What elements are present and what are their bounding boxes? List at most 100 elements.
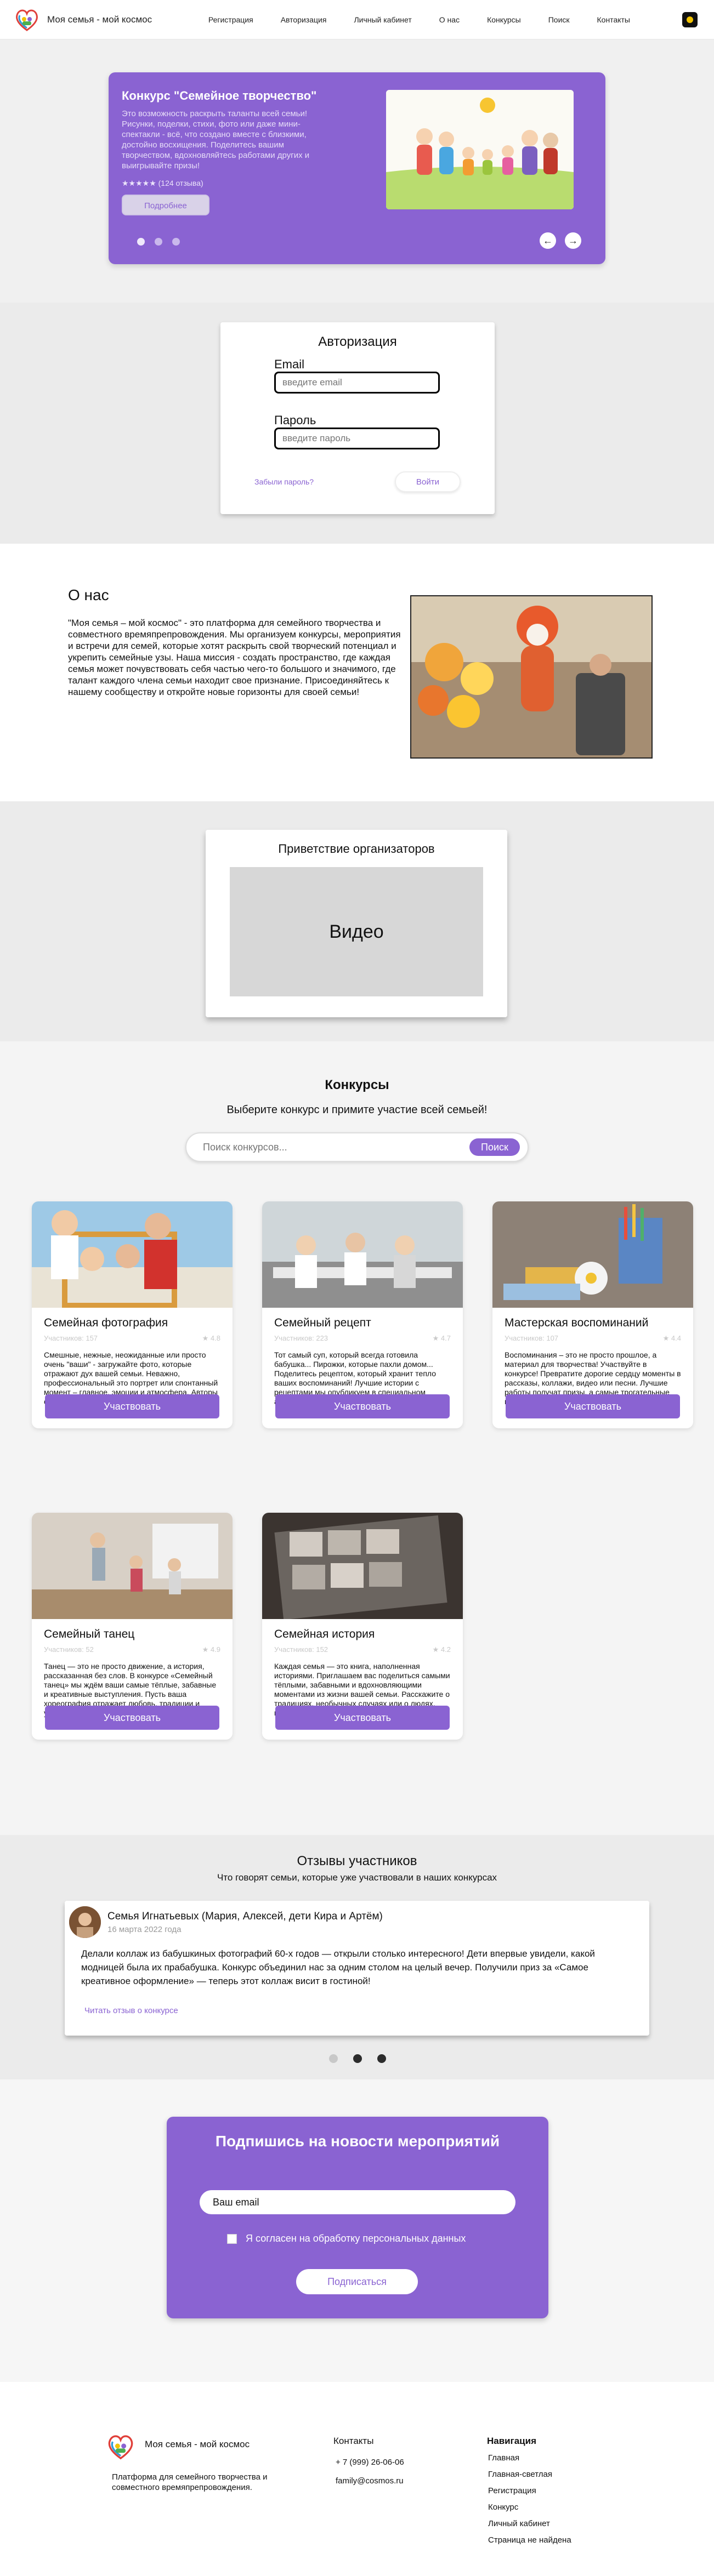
footer-nav-contest[interactable]: Конкурс — [488, 2503, 518, 2512]
participate-button[interactable]: Участвовать — [275, 1394, 450, 1418]
arrow-left-icon[interactable]: ← — [540, 232, 556, 249]
participants-count: Участников: 223 — [274, 1334, 328, 1342]
participate-button[interactable]: Участвовать — [45, 1394, 219, 1418]
about-photo — [410, 595, 653, 759]
email-field[interactable] — [274, 372, 440, 394]
header: Моя семья - мой космос Регистрация Автор… — [0, 0, 714, 39]
slider-dot[interactable] — [137, 238, 145, 246]
video-card: Приветствие организаторов Видео — [206, 830, 507, 1017]
reviews-subtitle: Что говорят семьи, которые уже участвова… — [217, 1872, 497, 1883]
participants-count: Участников: 152 — [274, 1645, 328, 1654]
slider-dots — [137, 238, 190, 246]
slider-dot[interactable] — [155, 238, 162, 246]
footer-nav-home-light[interactable]: Главная-светлая — [488, 2470, 552, 2479]
photo-album-image — [262, 1513, 463, 1619]
footer-phone[interactable]: + 7 (999) 26-06-06 — [336, 2458, 404, 2467]
arrow-right-icon[interactable]: → — [565, 232, 581, 249]
login-button[interactable]: Войти — [395, 471, 461, 492]
auth-section: Авторизация Email Пароль Забыли пароль? … — [0, 303, 714, 544]
logo-icon[interactable] — [105, 2431, 136, 2462]
contest-title: Семейная история — [274, 1628, 375, 1640]
nav-account[interactable]: Личный кабинет — [354, 15, 411, 24]
about-title: О нас — [68, 586, 109, 603]
nav-login[interactable]: Авторизация — [281, 15, 327, 24]
family-drawing-image — [386, 90, 574, 209]
forgot-password-link[interactable]: Забыли пароль? — [254, 477, 314, 486]
search-button[interactable]: Поиск — [469, 1138, 520, 1156]
brand-name: Моя семья - мой космос — [47, 14, 152, 25]
slider-dot[interactable] — [353, 2054, 362, 2063]
star-rating: ★ 4.7 — [432, 1334, 451, 1342]
star-rating: ★ 4.4 — [662, 1334, 681, 1342]
contests-title: Конкурсы — [325, 1078, 389, 1092]
nav-about[interactable]: О нас — [439, 15, 460, 24]
reviews-title: Отзывы участников — [297, 1854, 417, 1868]
footer-nav-account[interactable]: Личный кабинет — [488, 2519, 550, 2528]
consent-checkbox-row[interactable]: Я согласен на обработку персональных дан… — [227, 2233, 466, 2244]
footer: Моя семья - мой космос Платформа для сем… — [0, 2382, 714, 2556]
contest-card: Семейная история Участников: 152 ★ 4.2 Ка… — [262, 1513, 463, 1740]
nav-contacts[interactable]: Контакты — [597, 15, 630, 24]
slider-dot[interactable] — [329, 2054, 338, 2063]
contest-card: Семейный танец Участников: 52 ★ 4.9 Танец… — [32, 1513, 233, 1740]
star-rating: ★ 4.9 — [202, 1645, 220, 1654]
slider-dot[interactable] — [377, 2054, 386, 2063]
participants-count: Участников: 52 — [44, 1645, 94, 1654]
footer-nav-not-found[interactable]: Страница не найдена — [488, 2535, 571, 2545]
reviewer-name: Семья Игнатьевых (Мария, Алексей, дети К… — [107, 1911, 383, 1922]
consent-label: Я согласен на обработку персональных дан… — [246, 2233, 466, 2244]
participants-count: Участников: 157 — [44, 1334, 98, 1342]
contest-card: Семейная фотография Участников: 157 ★ 4.8… — [32, 1201, 233, 1428]
email-label: Email — [274, 357, 305, 371]
theme-toggle-button[interactable] — [682, 12, 698, 27]
contests-section: Конкурсы Выберите конкурс и примите учас… — [0, 1041, 714, 1835]
password-field[interactable] — [274, 428, 440, 449]
participate-button[interactable]: Участвовать — [275, 1706, 450, 1730]
avatar — [69, 1906, 101, 1938]
contests-subtitle: Выберите конкурс и примите участие всей … — [226, 1104, 488, 1116]
subscribe-button[interactable]: Подписаться — [296, 2269, 418, 2294]
slider-dot[interactable] — [172, 238, 180, 246]
password-label: Пароль — [274, 413, 316, 427]
nav-contests[interactable]: Конкурсы — [487, 15, 521, 24]
star-rating: ★ 4.8 — [202, 1334, 220, 1342]
subscribe-card: Подпишись на новости мероприятий Я согла… — [167, 2117, 548, 2318]
review-card: Семья Игнатьевых (Мария, Алексей, дети К… — [65, 1901, 649, 2036]
footer-brand: Моя семья - мой космос — [145, 2439, 250, 2449]
about-section: О нас "Моя семья – мой космос" - это пла… — [0, 544, 714, 801]
participate-button[interactable]: Участвовать — [506, 1394, 680, 1418]
footer-description: Платформа для семейного творчества и сов… — [112, 2472, 268, 2492]
subscribe-title: Подпишись на новости мероприятий — [215, 2133, 500, 2150]
contest-title: Семейная фотография — [44, 1317, 168, 1329]
sun-icon — [687, 16, 693, 23]
subscribe-email-field[interactable] — [200, 2190, 515, 2214]
participate-button[interactable]: Участвовать — [45, 1706, 219, 1730]
nav-register[interactable]: Регистрация — [208, 15, 253, 24]
craft-supplies-image — [492, 1201, 693, 1308]
hero-details-button[interactable]: Подробнее — [122, 195, 209, 215]
slider-arrows: ← → — [531, 232, 581, 249]
video-player[interactable]: Видео — [230, 867, 483, 996]
contest-card: Семейный рецепт Участников: 223 ★ 4.7 Тот… — [262, 1201, 463, 1428]
search-input[interactable] — [203, 1141, 469, 1153]
footer-nav-home[interactable]: Главная — [488, 2453, 519, 2463]
hero-text: Это возможность раскрыть таланты всей се… — [122, 109, 310, 170]
logo-icon[interactable] — [12, 5, 42, 35]
read-review-link[interactable]: Читать отзыв о конкурсе — [84, 2006, 178, 2015]
video-section: Приветствие организаторов Видео — [0, 801, 714, 1041]
reviews-section: Отзывы участников Что говорят семьи, кот… — [0, 1835, 714, 2079]
contest-title: Семейный рецепт — [274, 1317, 371, 1329]
subscribe-section: Подпишись на новости мероприятий Я согла… — [0, 2079, 714, 2382]
consent-checkbox[interactable] — [227, 2233, 237, 2244]
footer-nav-register[interactable]: Регистрация — [488, 2486, 536, 2495]
star-rating: ★ 4.2 — [432, 1645, 451, 1654]
review-text: Делали коллаж из бабушкиных фотографий 6… — [81, 1948, 595, 1986]
auth-card: Авторизация Email Пароль Забыли пароль? … — [220, 322, 495, 514]
footer-email[interactable]: family@cosmos.ru — [336, 2476, 404, 2486]
footer-contacts-title: Контакты — [333, 2436, 374, 2446]
nav-search[interactable]: Поиск — [548, 15, 570, 24]
auth-title: Авторизация — [318, 334, 397, 349]
family-photo-image — [32, 1201, 233, 1308]
contest-card: Мастерская воспоминаний Участников: 107 ★… — [492, 1201, 693, 1428]
contest-title: Семейный танец — [44, 1628, 135, 1640]
